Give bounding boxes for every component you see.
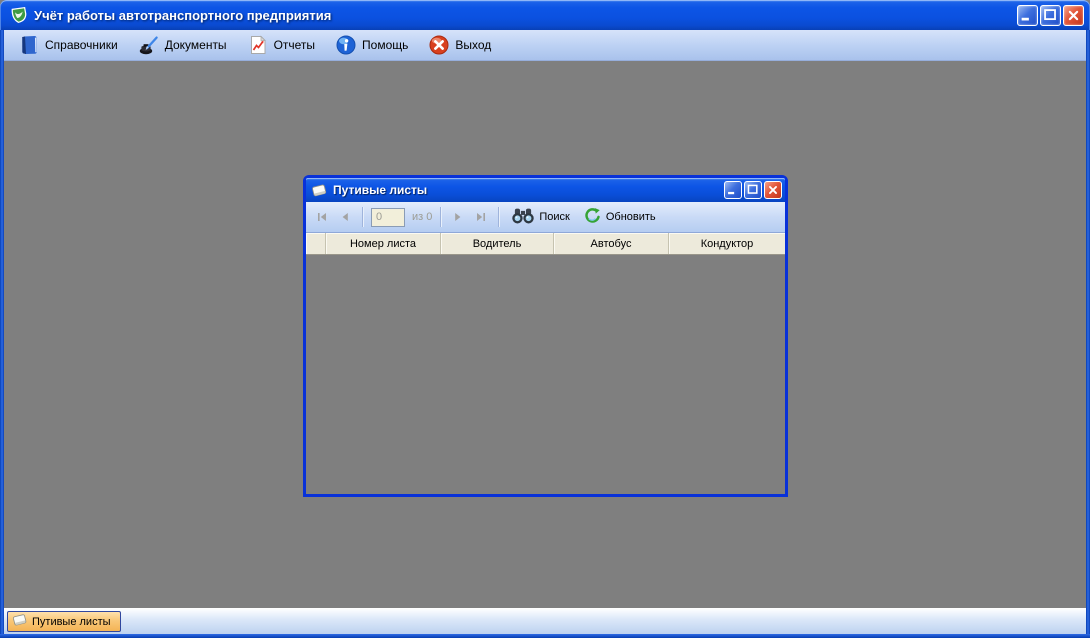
record-count-label: из 0: [412, 211, 433, 223]
taskbar-item-waybills[interactable]: Путивые листы: [7, 611, 121, 632]
column-header-conductor[interactable]: Кондуктор: [669, 233, 785, 254]
first-record-button[interactable]: [313, 207, 331, 227]
window-border-right: [1086, 30, 1090, 638]
refresh-button-label: Обновить: [605, 211, 656, 223]
close-button[interactable]: [1063, 5, 1084, 26]
close-icon: [1068, 10, 1079, 21]
child-window-title: Путивые листы: [333, 183, 428, 197]
last-record-icon: [477, 213, 486, 221]
book-icon: [18, 34, 40, 56]
report-icon: [247, 34, 269, 56]
toolbar-button-label: Отчеты: [273, 38, 316, 52]
previous-record-icon: [342, 213, 348, 221]
grid-empty-area: [306, 255, 785, 494]
toolbar-separator: [440, 207, 442, 227]
next-record-button[interactable]: [449, 207, 467, 227]
next-record-icon: [455, 213, 461, 221]
column-header-sheet-number[interactable]: Номер листа: [326, 233, 441, 254]
minimize-button[interactable]: [1017, 5, 1038, 26]
maximize-icon: [1044, 9, 1056, 21]
ink-pen-icon: [138, 34, 160, 56]
taskbar-item-label: Путивые листы: [32, 615, 111, 628]
window-border-left: [0, 30, 4, 638]
note-icon: [12, 613, 28, 630]
maximize-button[interactable]: [1040, 5, 1061, 26]
child-minimize-button[interactable]: [724, 181, 742, 199]
last-record-button[interactable]: [472, 207, 490, 227]
binoculars-icon: [511, 206, 535, 228]
child-close-button[interactable]: [764, 181, 782, 199]
child-maximize-button[interactable]: [744, 181, 762, 199]
close-icon: [769, 186, 777, 194]
record-number-input[interactable]: [371, 207, 405, 227]
toolbar-button-label: Справочники: [45, 38, 118, 52]
toolbar-button-directories[interactable]: Справочники: [10, 31, 126, 59]
refresh-button[interactable]: Обновить: [579, 204, 660, 230]
refresh-icon: [583, 206, 602, 228]
app-window: Учёт работы автотранспортного предприяти…: [0, 0, 1090, 638]
toolbar-button-help[interactable]: Помощь: [327, 31, 416, 59]
window-border-bottom: [0, 634, 1090, 638]
main-title-bar[interactable]: Учёт работы автотранспортного предприяти…: [0, 0, 1090, 30]
search-button-label: Поиск: [539, 211, 570, 223]
toolbar-button-label: Выход: [455, 38, 492, 52]
toolbar-button-label: Документы: [164, 38, 227, 52]
mdi-taskbar: Путивые листы: [4, 608, 1086, 634]
child-title-bar[interactable]: Путивые листы: [306, 178, 785, 202]
maximize-icon: [747, 184, 758, 194]
previous-record-button[interactable]: [336, 207, 354, 227]
first-record-icon: [318, 213, 326, 221]
minimize-icon: [1021, 17, 1029, 21]
column-header-bus[interactable]: Автобус: [554, 233, 669, 254]
note-icon: [311, 183, 328, 198]
toolbar-button-label: Помощь: [362, 38, 409, 52]
app-icon: [10, 6, 28, 24]
toolbar-separator: [498, 207, 500, 227]
help-icon: [335, 34, 357, 56]
waybills-window: Путивые листы 0 из 0 Поиск Обновить Номе…: [303, 175, 788, 497]
search-button[interactable]: Поиск: [507, 204, 573, 230]
toolbar-separator: [362, 207, 363, 227]
toolbar-button-documents[interactable]: Документы: [130, 31, 235, 59]
exit-icon: [428, 34, 450, 56]
grid-row-selector-header: [306, 233, 326, 254]
minimize-icon: [728, 191, 735, 195]
column-header-driver[interactable]: Водитель: [441, 233, 554, 254]
record-navigator-toolbar: из 0: [306, 202, 785, 233]
grid-header-row: Номер листа Водитель Автобус Кондуктор: [306, 233, 785, 255]
toolbar-button-reports[interactable]: Отчеты: [239, 31, 323, 59]
toolbar-button-exit[interactable]: Выход: [420, 31, 499, 59]
main-toolbar: Справочники Документы Отчеты Помощь Выхо…: [4, 30, 1086, 61]
window-title: Учёт работы автотранспортного предприяти…: [34, 7, 332, 23]
